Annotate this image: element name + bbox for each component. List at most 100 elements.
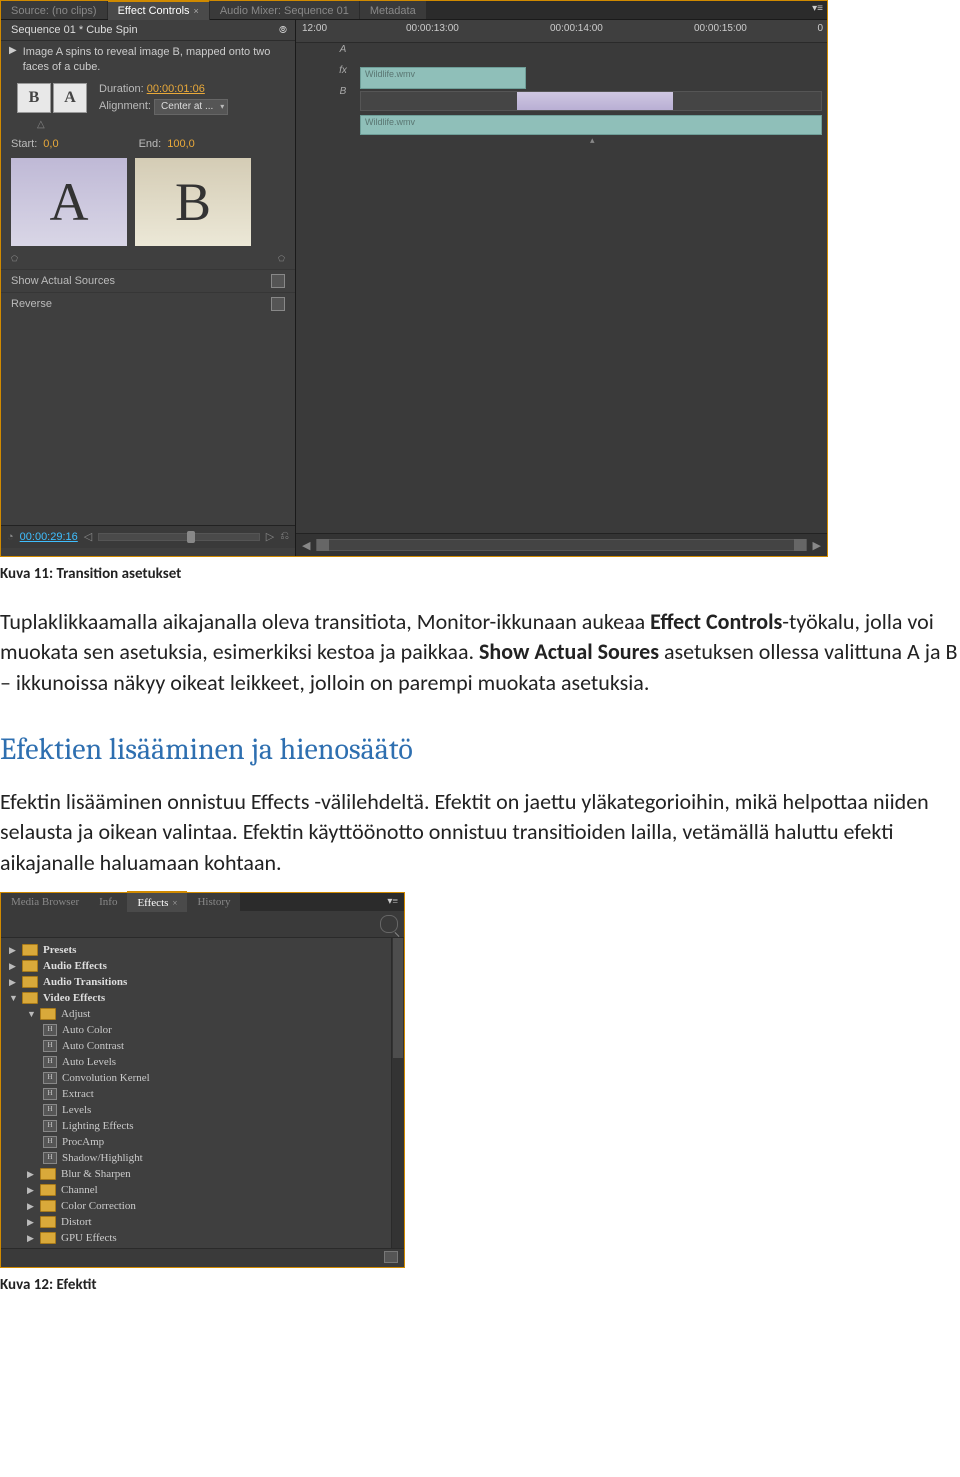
effects-panel-screenshot: Media Browser Info Effects × History ▾≡ … [0,892,405,1268]
tab-audio-mixer[interactable]: Audio Mixer: Sequence 01 [210,1,360,19]
effect-icon: H [43,1104,57,1116]
effect-icon: H [43,1056,57,1068]
tri-handle-icon[interactable]: △ [37,119,45,130]
fx-item[interactable]: Lighting Effects [62,1120,134,1132]
fx-item[interactable]: Shadow/Highlight [62,1152,143,1164]
p1-seg-a: Tuplaklikkaamalla aikajanalla oleva tran… [0,608,650,635]
tab-effect-controls[interactable]: Effect Controls × [108,0,210,20]
tab-history[interactable]: History [187,893,240,912]
chevron-right-icon[interactable]: ▶ [27,1201,35,1212]
start-value[interactable]: 0,0 [43,138,58,150]
chevron-down-icon[interactable]: ▼ [9,993,17,1003]
clip-b[interactable]: Wildlife.wmv [360,115,822,135]
v-scrollbar[interactable] [391,938,404,1248]
tab-source[interactable]: Source: (no clips) [1,1,108,19]
tab-media-browser[interactable]: Media Browser [1,893,89,912]
chevron-right-icon[interactable]: ▶ [9,961,17,972]
playhead-icon[interactable]: ▴ [590,135,595,146]
chevron-right-icon[interactable]: ▶ [27,1169,35,1180]
fx-item[interactable]: Auto Levels [62,1056,116,1068]
end-value[interactable]: 100,0 [167,138,195,150]
tree-audio-effects[interactable]: Audio Effects [43,960,107,972]
new-bin-icon[interactable] [384,1251,398,1263]
p1-bold-2: Show Actual Soures [479,638,659,665]
duration-label: Duration: [99,83,144,95]
folder-icon [40,1168,56,1180]
tree-color-correction[interactable]: Color Correction [61,1200,136,1212]
zoom-out-icon[interactable]: ◁ [84,530,92,543]
tree-presets[interactable]: Presets [43,944,76,956]
chevron-right-icon[interactable]: ▶ [9,977,17,988]
sequence-title: Sequence 01 * Cube Spin [11,24,138,36]
effect-icon: H [43,1024,57,1036]
tool-icon[interactable]: ⎌ [280,530,289,543]
eye-icon[interactable]: ◔ [7,531,14,543]
folder-icon [40,1200,56,1212]
clip-b-label: Wildlife.wmv [361,116,419,128]
chevron-down-icon[interactable]: ▼ [27,1009,35,1019]
folder-icon [22,960,38,972]
scroll-right-icon[interactable]: ▶ [813,539,821,552]
preview-a: A [11,158,127,246]
effect-icon: H [43,1152,57,1164]
tab-effects[interactable]: Effects × [127,891,187,912]
panel-menu-icon[interactable]: ▾≡ [387,896,398,907]
fx-item[interactable]: Convolution Kernel [62,1072,150,1084]
folder-icon [40,1008,56,1020]
tree-blur[interactable]: Blur & Sharpen [61,1168,131,1180]
show-actual-checkbox[interactable] [271,274,285,288]
fx-item[interactable]: Auto Color [62,1024,112,1036]
fx-item[interactable]: ProcAmp [62,1136,104,1148]
search-row [1,911,404,938]
panel-tabbar: Source: (no clips) Effect Controls × Aud… [1,1,827,20]
tree-audio-transitions[interactable]: Audio Transitions [43,976,127,988]
paragraph-2: Efektin lisääminen onnistuu Effects -väl… [0,787,960,878]
close-icon[interactable]: × [172,898,177,908]
tab-info[interactable]: Info [89,893,127,912]
effects-tree: ▶ Presets ▶ Audio Effects ▶ Audio Transitio… [1,938,404,1248]
p1-bold-1: Effect Controls [650,608,782,635]
fx-item[interactable]: Levels [62,1104,91,1116]
zoom-slider[interactable] [98,533,259,541]
tree-channel[interactable]: Channel [61,1184,98,1196]
clip-a[interactable]: Wildlife.wmv [360,67,526,89]
tab-metadata[interactable]: Metadata [360,1,427,19]
play-icon[interactable]: ▶ [9,45,17,56]
timecode[interactable]: 00:00:29:16 [20,531,78,543]
effect-controls-screenshot: Source: (no clips) Effect Controls × Aud… [0,0,828,557]
reverse-checkbox[interactable] [271,297,285,311]
tree-adjust[interactable]: Adjust [61,1008,90,1020]
chevron-right-icon[interactable]: ▶ [27,1217,35,1228]
slider-handle-left-icon[interactable]: ⬠ [11,254,18,263]
tree-video-effects[interactable]: Video Effects [43,992,105,1004]
chevron-right-icon[interactable]: ▶ [9,945,17,956]
alignment-select[interactable]: Center at ... [154,99,228,115]
transition-description: Image A spins to reveal image B, mapped … [23,45,287,75]
scroll-left-icon[interactable]: ◀ [302,539,310,552]
close-icon[interactable]: × [194,6,199,16]
expand-toggle-icon[interactable]: ⦾ [279,25,287,36]
chevron-right-icon[interactable]: ▶ [27,1185,35,1196]
slider-handle-right-icon[interactable]: ⬠ [278,254,285,263]
tree-gpu-effects[interactable]: GPU Effects [61,1232,117,1244]
h-scrollbar[interactable] [316,539,806,551]
tab-effect-controls-label: Effect Controls [118,5,190,17]
effect-icon: H [43,1120,57,1132]
effect-icon: H [43,1136,57,1148]
fx-item[interactable]: Auto Contrast [62,1040,124,1052]
search-icon[interactable] [380,915,398,933]
transition-bar[interactable] [360,91,822,111]
time-ruler[interactable]: 12:00 00:00:13:00 00:00:14:00 00:00:15:0… [296,20,827,43]
ruler-tick-2: 00:00:14:00 [550,23,603,34]
zoom-in-icon[interactable]: ▷ [266,530,274,543]
panel-menu-icon[interactable]: ▾≡ [812,3,823,14]
effect-controls-left: Sequence 01 * Cube Spin ⦾ ▶ Image A spin… [1,20,296,556]
folder-icon [40,1232,56,1244]
effect-icon: H [43,1072,57,1084]
chevron-right-icon[interactable]: ▶ [27,1233,35,1244]
fx-item[interactable]: Extract [62,1088,94,1100]
duration-value[interactable]: 00:00:01:06 [147,83,205,95]
mini-thumb-b: B [17,83,51,113]
tree-distort[interactable]: Distort [61,1216,92,1228]
folder-icon [22,992,38,1004]
